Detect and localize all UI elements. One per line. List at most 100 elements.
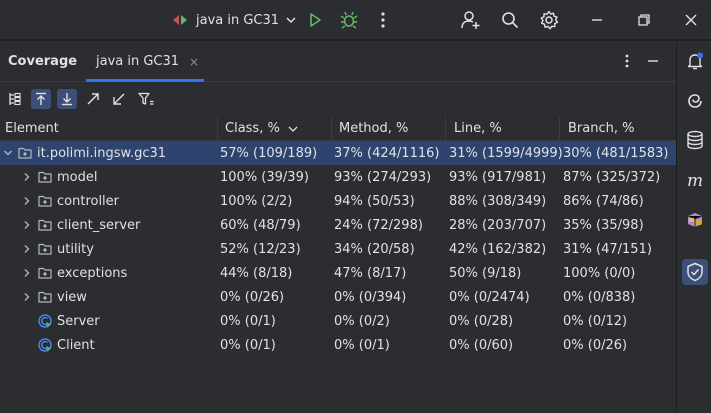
table-row[interactable]: Server 0% (0/1) 0% (0/2) 0% (0/28) 0% (0/12) [0,309,676,333]
expand-icon[interactable] [83,89,103,109]
method-coverage-cell: 94% (50/53) [334,193,415,209]
element-name: exceptions [57,265,128,281]
table-row[interactable]: client_server 60% (48/79) 24% (72/298) 28% … [0,213,676,237]
table-row[interactable]: exceptions 44% (8/18) 47% (8/17) 50% (9/18)… [0,261,676,285]
branch-coverage-cell: 100% (0/0) [563,265,636,281]
line-coverage-cell: 42% (162/382) [449,241,547,257]
element-name: model [57,169,98,185]
line-coverage-cell: 31% (1599/4999) [449,145,563,161]
table-row[interactable]: Client 0% (0/1) 0% (0/1) 0% (0/60) 0% (0/26) [0,333,676,357]
branch-coverage-cell: 0% (0/12) [563,313,628,329]
coverage-shield-icon[interactable] [682,259,708,285]
tool-window-title: Coverage [8,54,78,69]
run-config-icon [173,15,187,25]
class-coverage-cell: 100% (2/2) [220,193,293,209]
chevron-down-icon[interactable] [1,141,15,165]
close-icon[interactable] [679,8,703,32]
chevron-right-icon[interactable] [20,261,34,285]
method-coverage-cell: 0% (0/1) [334,337,390,353]
tab-label: java in GC31 [96,54,180,69]
column-header-branch[interactable]: Branch, % [563,116,676,141]
tab-close-icon[interactable]: × [189,55,199,69]
column-divider[interactable] [217,116,218,141]
debug-icon[interactable] [337,8,361,32]
coverage-table: Element Class, % Method, % Line, % Branc… [0,116,676,413]
class-run-icon [38,338,52,352]
table-row[interactable]: utility 52% (12/23) 34% (20/58) 42% (162/38… [0,237,676,261]
run-config-selector[interactable]: java in GC31 [172,10,297,30]
settings-icon[interactable] [537,8,561,32]
restore-icon[interactable] [632,8,656,32]
class-coverage-cell: 44% (8/18) [220,265,293,281]
add-user-icon[interactable] [459,8,483,32]
column-divider[interactable] [445,116,446,141]
chevron-right-icon[interactable] [20,165,34,189]
chevron-right-icon[interactable] [20,189,34,213]
chevron-down-icon [286,17,296,24]
method-coverage-cell: 34% (20/58) [334,241,415,257]
maven-icon[interactable]: m [682,167,708,193]
column-header-class[interactable]: Class, % [220,116,331,141]
table-row[interactable]: view 0% (0/26) 0% (0/394) 0% (0/2474) 0% (0/… [0,285,676,309]
minimize-icon[interactable] [585,8,609,32]
run-config-label: java in GC31 [196,12,280,28]
element-name: it.polimi.ingsw.gc31 [37,145,167,161]
navigate-down-icon[interactable] [57,89,77,109]
options-icon[interactable] [615,49,639,73]
title-bar: java in GC31 [0,0,711,40]
right-tool-strip: m [676,41,711,413]
method-coverage-cell: 93% (274/293) [334,169,432,185]
column-divider[interactable] [331,116,332,141]
class-coverage-cell: 52% (12/23) [220,241,301,257]
sort-descending-icon [288,126,298,132]
collapse-icon[interactable] [109,89,129,109]
branch-coverage-cell: 31% (47/151) [563,241,652,257]
chevron-right-icon[interactable] [20,285,34,309]
branch-coverage-cell: 30% (481/1583) [563,145,669,161]
navigate-up-icon[interactable] [31,89,51,109]
element-name: controller [57,193,120,209]
branch-coverage-cell: 0% (0/26) [563,337,628,353]
method-coverage-cell: 47% (8/17) [334,265,407,281]
flatten-packages-icon[interactable] [5,89,25,109]
more-vert-icon[interactable] [371,8,395,32]
column-header-method[interactable]: Method, % [334,116,445,141]
chevron-right-icon[interactable] [20,237,34,261]
class-coverage-cell: 0% (0/26) [220,289,285,305]
database-icon[interactable] [682,127,708,153]
coverage-toolbar [0,82,676,116]
package-folder-icon [18,146,32,160]
table-row[interactable]: it.polimi.ingsw.gc31 57% (109/189) 37% (42… [0,141,676,165]
hide-icon[interactable] [641,49,665,73]
notifications-icon[interactable] [682,48,708,74]
branch-coverage-cell: 35% (35/98) [563,217,644,233]
plugin-cube-icon[interactable] [682,207,708,233]
filter-icon[interactable] [136,89,156,109]
element-name: client_server [57,217,141,233]
column-divider[interactable] [559,116,560,141]
column-header-element[interactable]: Element [0,116,217,141]
package-folder-icon [38,242,52,256]
svg-text:m: m [687,171,703,190]
line-coverage-cell: 93% (917/981) [449,169,547,185]
column-header-line[interactable]: Line, % [449,116,559,141]
line-coverage-cell: 88% (308/349) [449,193,547,209]
run-icon[interactable] [303,8,327,32]
line-coverage-cell: 0% (0/60) [449,337,514,353]
element-name: Server [57,313,100,329]
class-coverage-cell: 100% (39/39) [220,169,309,185]
column-header-class-label: Class, % [225,121,280,136]
method-coverage-cell: 0% (0/394) [334,289,407,305]
branch-coverage-cell: 0% (0/838) [563,289,636,305]
tab-java-in-gc31[interactable]: java in GC31 × [86,41,204,82]
class-coverage-cell: 0% (0/1) [220,337,276,353]
package-folder-icon [38,218,52,232]
ai-assistant-icon[interactable] [682,88,708,114]
table-row[interactable]: controller 100% (2/2) 94% (50/53) 88% (308/… [0,189,676,213]
package-folder-icon [38,194,52,208]
method-coverage-cell: 24% (72/298) [334,217,423,233]
branch-coverage-cell: 86% (74/86) [563,193,644,209]
search-icon[interactable] [498,8,522,32]
chevron-right-icon[interactable] [20,213,34,237]
table-row[interactable]: model 100% (39/39) 93% (274/293) 93% (917/9… [0,165,676,189]
